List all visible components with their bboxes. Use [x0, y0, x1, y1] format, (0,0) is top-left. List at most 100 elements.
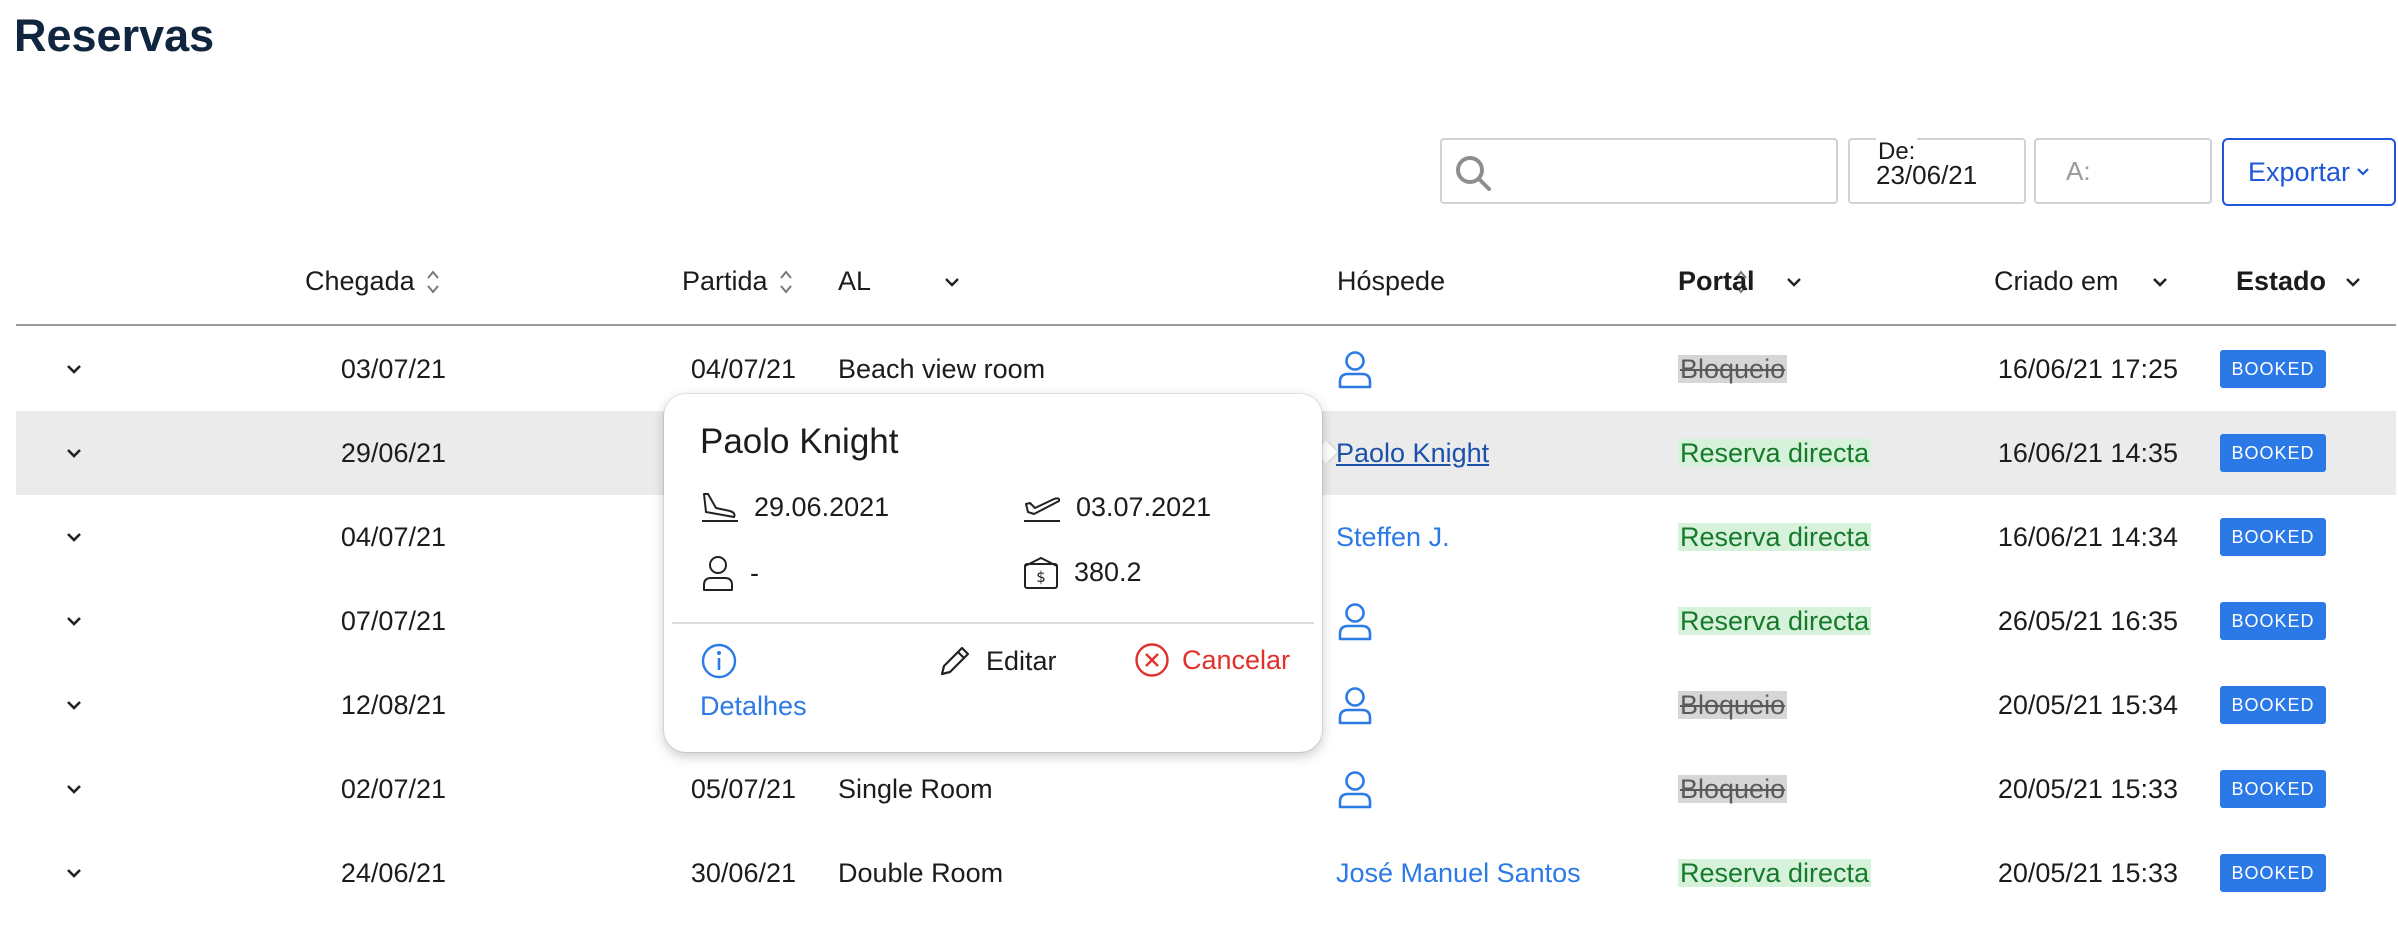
chevron-down-icon	[67, 533, 81, 542]
guest-link[interactable]: Paolo Knight	[1336, 438, 1489, 469]
date-to-placeholder: A:	[2066, 156, 2091, 186]
portal-cell: Reserva directa	[1678, 579, 1978, 663]
export-button[interactable]: Exportar	[2222, 138, 2396, 206]
person-icon[interactable]	[1336, 601, 1374, 641]
created-date: 26/05/21 16:35	[1997, 605, 2178, 636]
guest-cell[interactable]: José Manuel Santos	[1336, 831, 1656, 915]
page-title: Reservas	[14, 10, 215, 61]
state-cell: BOOKED	[2220, 327, 2340, 411]
chevron-down-icon	[945, 277, 959, 287]
chevron-down-icon	[67, 701, 81, 710]
plane-landing-icon	[702, 493, 738, 522]
person-icon[interactable]	[1336, 349, 1374, 389]
column-label-state: Estado	[2236, 266, 2327, 296]
chevron-down-icon	[67, 869, 81, 878]
money-icon: $	[1024, 556, 1058, 589]
arrival-date: 24/06/21	[340, 857, 446, 888]
arrival-date: 02/07/21	[340, 773, 446, 804]
person-icon	[703, 556, 733, 591]
info-icon	[701, 643, 737, 679]
guest-link[interactable]: Steffen J.	[1336, 522, 1450, 553]
expand-row-button[interactable]	[54, 495, 94, 579]
expand-row-button[interactable]	[54, 831, 94, 915]
state-cell: BOOKED	[2220, 663, 2340, 747]
pencil-icon	[940, 646, 970, 676]
column-label-arrival: Chegada	[305, 266, 415, 296]
state-cell: BOOKED	[2220, 411, 2340, 495]
date-from-field[interactable]: De: 23/06/21	[1848, 138, 2026, 204]
header-divider	[16, 324, 2396, 326]
created-date: 20/05/21 15:33	[1997, 857, 2178, 888]
departure-date: 05/07/21	[690, 773, 796, 804]
column-header-state[interactable]: Estado	[2236, 266, 2362, 297]
edit-button[interactable]: Editar	[936, 642, 1057, 680]
column-header-departure[interactable]: Partida	[682, 266, 794, 297]
guest-cell[interactable]: Steffen J.	[1336, 495, 1656, 579]
expand-row-button[interactable]	[54, 579, 94, 663]
column-label-portal: Portal	[1678, 266, 1755, 296]
chevron-down-icon	[67, 449, 81, 458]
guest-cell[interactable]	[1336, 327, 1656, 411]
table-row[interactable]: 24/06/21 30/06/21 Double Room José Manue…	[16, 831, 2396, 915]
created-date: 16/06/21 17:25	[1997, 353, 2178, 384]
column-label-departure: Partida	[682, 266, 768, 296]
portal-cell: Bloqueio	[1678, 663, 1978, 747]
arrival-date: 07/07/21	[340, 605, 446, 636]
guest-popover: Paolo Knight 29.06.2021 03.07.2021 - $ 3…	[664, 394, 1322, 752]
portal-cell: Reserva directa	[1678, 831, 1978, 915]
cancel-button[interactable]: Cancelar	[1134, 642, 1290, 678]
status-badge: BOOKED	[2220, 854, 2326, 892]
date-from-value[interactable]: 23/06/21	[1876, 160, 1977, 191]
created-date: 16/06/21 14:35	[1997, 437, 2178, 468]
person-icon[interactable]	[1336, 685, 1374, 725]
expand-row-button[interactable]	[54, 747, 94, 831]
portal-cell: Reserva directa	[1678, 495, 1978, 579]
column-header-portal[interactable]: Portal	[1678, 266, 1803, 297]
sort-icon	[779, 269, 792, 294]
details-label: Detalhes	[700, 691, 807, 721]
popover-divider	[672, 622, 1314, 624]
popover-guest-name: Paolo Knight	[700, 422, 899, 461]
accommodation-name: Double Room	[838, 857, 1004, 888]
accommodation-name: Single Room	[838, 773, 993, 804]
status-badge: BOOKED	[2220, 518, 2326, 556]
plane-takeoff-icon	[1024, 497, 1061, 522]
arrival-date: 04/07/21	[340, 521, 446, 552]
column-header-arrival[interactable]: Chegada	[305, 266, 441, 297]
state-cell: BOOKED	[2220, 495, 2340, 579]
person-icon[interactable]	[1336, 769, 1374, 809]
date-to-field[interactable]: A:	[2034, 138, 2212, 204]
expand-row-button[interactable]	[54, 663, 94, 747]
column-label-guest: Hóspede	[1337, 266, 1446, 296]
guest-cell[interactable]	[1336, 663, 1656, 747]
svg-text:$: $	[1036, 568, 1046, 586]
expand-row-button[interactable]	[54, 327, 94, 411]
portal-tag: Bloqueio	[1678, 774, 1788, 804]
guest-cell[interactable]	[1336, 579, 1656, 663]
sort-icon	[426, 269, 439, 294]
popover-departure-date: 03.07.2021	[1076, 491, 1212, 522]
chevron-down-icon	[2357, 168, 2369, 176]
popover-guest-count: -	[750, 557, 759, 588]
popover-amount: $ 380.2	[1022, 554, 1142, 590]
search-input[interactable]	[1502, 148, 1826, 196]
chevron-down-icon	[1786, 277, 1801, 287]
guest-cell[interactable]	[1336, 747, 1656, 831]
created-date: 16/06/21 14:34	[1997, 521, 2178, 552]
expand-row-button[interactable]	[54, 411, 94, 495]
cancel-label: Cancelar	[1182, 644, 1291, 675]
status-badge: BOOKED	[2220, 434, 2326, 472]
status-badge: BOOKED	[2220, 602, 2326, 640]
column-header-al[interactable]: AL	[838, 266, 961, 297]
search-box[interactable]	[1440, 138, 1838, 204]
table-row[interactable]: 02/07/21 05/07/21 Single Room Bloqueio 2…	[16, 747, 2396, 831]
chevron-down-icon	[2152, 277, 2167, 287]
guest-cell[interactable]: Paolo Knight	[1336, 411, 1656, 495]
chevron-down-icon	[67, 617, 81, 626]
chevron-down-icon	[2346, 277, 2360, 287]
arrival-date: 12/08/21	[340, 689, 446, 720]
details-button[interactable]: Detalhes	[700, 642, 807, 722]
column-header-created[interactable]: Criado em	[1994, 266, 2169, 297]
guest-link[interactable]: José Manuel Santos	[1336, 858, 1581, 889]
popover-departure: 03.07.2021	[1022, 490, 1211, 524]
